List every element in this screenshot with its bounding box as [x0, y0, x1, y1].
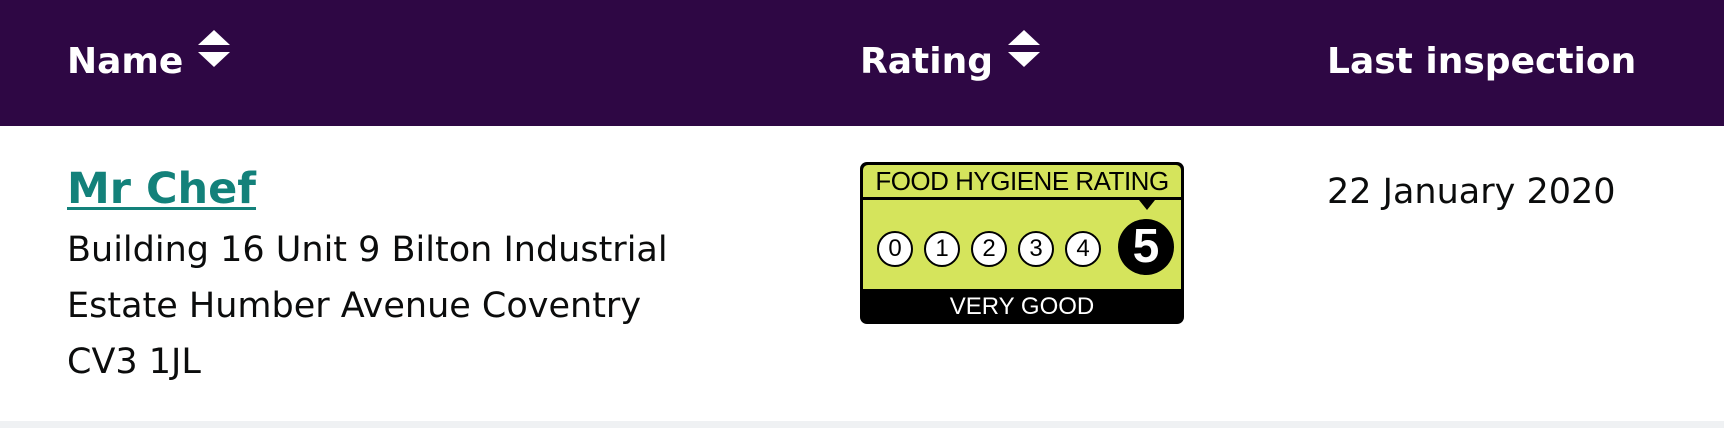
- sort-icon[interactable]: [197, 29, 231, 81]
- column-header-rating[interactable]: Rating: [860, 29, 1041, 86]
- rating-scale-3: 3: [1018, 231, 1054, 267]
- column-header-last-inspection-label: Last inspection: [1327, 41, 1637, 82]
- table-row: Mr Chef Building 16 Unit 9 Bilton Indust…: [0, 126, 1724, 421]
- address-line: CV3 1JL: [67, 342, 201, 382]
- column-header-rating-label: Rating: [860, 41, 993, 82]
- rating-scale-5-selected: 5: [1118, 219, 1174, 275]
- sort-icon[interactable]: [1007, 29, 1041, 81]
- rating-scale-1: 1: [924, 231, 960, 267]
- badge-rating-label: VERY GOOD: [949, 293, 1095, 320]
- address-line: Building 16 Unit 9 Bilton Industrial: [67, 230, 668, 270]
- food-hygiene-rating-badge: FOOD HYGIENE RATING 0 1 2 3 4 5 VERY GOO…: [860, 162, 1184, 324]
- rating-pointer-icon: [1139, 200, 1155, 210]
- rating-scale-4: 4: [1065, 231, 1101, 267]
- column-header-name-label: Name: [67, 41, 184, 82]
- column-header-name[interactable]: Name: [67, 29, 231, 86]
- address-line: Estate Humber Avenue Coventry: [67, 286, 642, 326]
- results-table: Name Rating Last inspection Mr Chef Buil…: [0, 0, 1724, 428]
- rating-scale-2: 2: [971, 231, 1007, 267]
- establishment-address: Building 16 Unit 9 Bilton Industrial Est…: [67, 222, 668, 390]
- row-divider: [0, 421, 1724, 428]
- badge-body: FOOD HYGIENE RATING 0 1 2 3 4 5: [863, 165, 1181, 289]
- column-header-last-inspection: Last inspection: [1327, 38, 1636, 86]
- establishment-name-link[interactable]: Mr Chef: [67, 161, 256, 217]
- table-header: Name Rating Last inspection: [0, 0, 1724, 126]
- last-inspection-date: 22 January 2020: [1327, 172, 1616, 212]
- rating-scale-0: 0: [877, 231, 913, 267]
- badge-title: FOOD HYGIENE RATING: [863, 165, 1181, 200]
